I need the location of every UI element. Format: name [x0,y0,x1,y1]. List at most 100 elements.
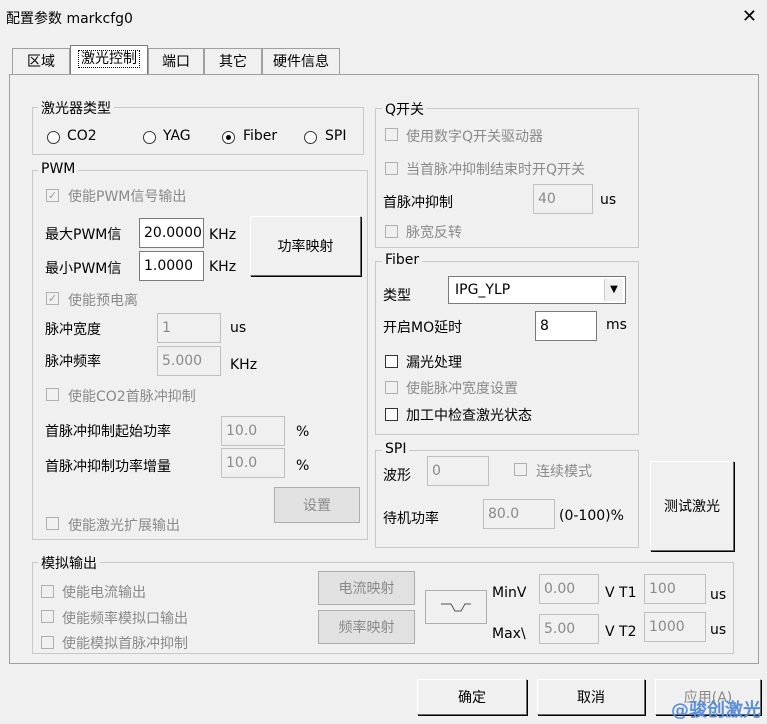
invert-checkbox[interactable] [385,225,398,238]
fps-start-input[interactable]: 10.0 [221,416,285,446]
wave-input[interactable]: 0 [427,456,489,486]
vt1-unit: us [710,587,727,603]
pulse-width-label: 脉冲宽度 [45,322,101,338]
power-map-button[interactable]: 功率映射 [250,216,361,276]
radio-spi-label: SPI [325,128,347,144]
set-button[interactable]: 设置 [274,487,360,523]
radio-yag-label: YAG [163,128,191,144]
qswitch-fps-label: 首脉冲抑制 [383,195,453,211]
spi-label: SPI [382,441,410,457]
open-after-label: 当首脉冲抑制结束时开Q开关 [406,162,586,178]
pulse-freq-unit: KHz [230,357,258,373]
standby-input[interactable]: 80.0 [483,499,555,529]
radio-co2-label: CO2 [67,128,97,144]
enable-analog-fps-checkbox[interactable] [41,636,54,649]
max-pwm-input[interactable]: 20.0000 [139,218,204,248]
mo-delay-label: 开启MO延时 [383,320,463,336]
pulse-freq-input[interactable]: 5.000 [157,346,221,376]
pwm-label: PWM [38,161,79,177]
tab-hardware-info[interactable]: 硬件信息 [262,48,340,74]
fiber-type-value: IPG_YLP [455,282,511,298]
enable-co2-fps-checkbox[interactable] [46,388,59,401]
pulse-freq-label: 脉冲频率 [45,354,101,370]
tab-region[interactable]: 区域 [12,48,70,74]
fps-start-label: 首脉冲抑制起始功率 [45,424,171,440]
current-map-button[interactable]: 电流映射 [318,571,415,605]
enable-co2-fps-label: 使能CO2首脉冲抑制 [68,389,196,405]
vt1-input[interactable]: 100 [644,574,706,604]
analog-label: 模拟输出 [38,553,100,573]
open-after-checkbox[interactable] [385,162,398,175]
enable-pwm-label: 使能PWM信号输出 [68,189,187,205]
min-pwm-input[interactable]: 1.0000 [139,251,204,281]
vt2-label: V T2 [605,624,637,640]
mo-delay-unit: ms [606,317,627,333]
min-pwm-unit: KHz [209,259,237,275]
pulse-width-input[interactable]: 1 [157,313,221,343]
minv-label: MinV [492,585,527,601]
enable-current-label: 使能电流输出 [62,585,146,601]
qswitch-label: Q开关 [382,99,428,119]
radio-co2[interactable] [47,131,60,144]
close-icon[interactable]: ✕ [742,6,757,27]
window-title: 配置参数 markcfg0 [6,11,133,27]
enable-ext-checkbox[interactable] [46,517,59,530]
chevron-down-icon[interactable]: ▼ [604,279,623,301]
radio-yag[interactable] [143,131,156,144]
fps-inc-label: 首脉冲抑制功率增量 [45,459,171,475]
invert-label: 脉宽反转 [406,225,462,241]
min-pwm-label: 最小PWM信 [45,261,122,277]
enable-preion-checkbox[interactable]: ✓ [46,292,59,305]
vt2-input[interactable]: 1000 [644,612,706,642]
enable-ext-label: 使能激光扩展输出 [68,518,180,534]
laser-type-label: 激光器类型 [38,98,114,118]
cancel-button[interactable]: 取消 [537,679,645,715]
enable-pw-checkbox[interactable] [385,381,398,394]
fiber-type-select[interactable]: IPG_YLP ▼ [448,276,626,304]
enable-pwm-checkbox[interactable]: ✓ [46,189,59,202]
tab-port[interactable]: 端口 [148,48,204,74]
qswitch-fps-unit: us [600,192,617,208]
fps-inc-unit: % [296,458,310,474]
cont-mode-checkbox[interactable] [514,463,527,476]
max-pwm-label: 最大PWM信 [45,227,122,243]
freq-map-button[interactable]: 频率映射 [318,610,415,644]
enable-preion-label: 使能预电离 [68,293,138,309]
enable-pw-label: 使能脉冲宽度设置 [406,381,518,397]
pulse-width-unit: us [230,320,247,336]
enable-current-checkbox[interactable] [41,585,54,598]
radio-fiber[interactable] [222,131,235,144]
vt1-label: V T1 [605,585,637,601]
standby-range: (0-100)% [559,508,624,524]
fiber-label: Fiber [382,252,423,268]
pulse-wave-icon [441,603,471,612]
tab-laser-control[interactable]: 激光控制 [70,45,148,75]
leak-checkbox[interactable] [385,355,398,368]
radio-fiber-label: Fiber [243,128,278,144]
mo-delay-input[interactable]: 8 [535,311,597,341]
digital-qswitch-label: 使用数字Q开关驱动器 [406,129,544,145]
standby-label: 待机功率 [383,511,439,527]
radio-spi[interactable] [304,131,317,144]
leak-label: 漏光处理 [406,355,462,371]
tab-other[interactable]: 其它 [204,48,262,74]
watermark: @骏创激光 [671,700,761,721]
maxv-label: Max\ [492,626,526,642]
enable-analog-fps-label: 使能模拟首脉冲抑制 [62,636,188,652]
digital-qswitch-checkbox[interactable] [385,128,398,141]
maxv-input[interactable]: 5.00 [539,614,599,644]
ok-button[interactable]: 确定 [417,679,527,715]
check-state-checkbox[interactable] [385,408,398,421]
fps-inc-input[interactable]: 10.0 [221,448,285,478]
fps-start-unit: % [296,424,310,440]
max-pwm-unit: KHz [209,227,237,243]
fiber-type-label: 类型 [383,288,411,304]
test-laser-button[interactable]: 测试激光 [650,461,734,551]
enable-freq-analog-checkbox[interactable] [41,610,54,623]
enable-freq-analog-label: 使能频率模拟口输出 [62,611,188,627]
vt2-unit: us [710,622,727,638]
cont-mode-label: 连续模式 [536,464,592,480]
minv-input[interactable]: 0.00 [539,574,599,604]
qswitch-fps-input[interactable]: 40 [533,184,593,214]
waveform-button[interactable] [425,590,487,624]
